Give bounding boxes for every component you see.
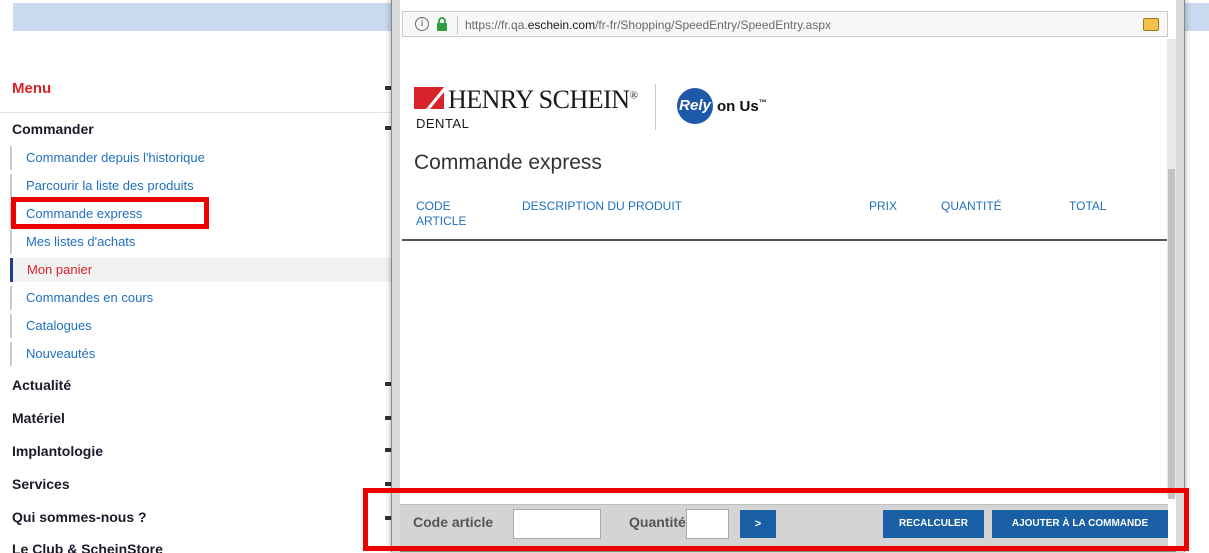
address-bar[interactable]: i https://fr.qa.eschein.com/fr-fr/Shoppi… (402, 11, 1168, 37)
brand-name: HENRY SCHEIN® (448, 85, 638, 114)
sidebar-item-product-list[interactable]: Parcourir la liste des produits (10, 174, 400, 198)
sidebar-section-equipment[interactable]: Matériel (12, 410, 65, 426)
url-separator (457, 16, 458, 34)
menu-divider (0, 112, 400, 113)
sidebar-item-history[interactable]: Commander depuis l'historique (10, 146, 400, 170)
sidebar-section-commander[interactable]: Commander (12, 121, 94, 137)
scrollbar-thumb[interactable] (1168, 169, 1175, 499)
url-text[interactable]: https://fr.qa.eschein.com/fr-fr/Shopping… (465, 18, 831, 32)
sidebar-item-new[interactable]: Nouveautés (10, 342, 400, 366)
column-header-price: PRIX (869, 199, 898, 213)
rely-badge: Rely (677, 88, 713, 124)
column-header-quantity: QUANTITÉ (941, 199, 1002, 213)
sidebar-item-cart[interactable]: Mon panier (10, 258, 400, 282)
sidebar-item-orders-in-progress[interactable]: Commandes en cours (10, 286, 400, 310)
rely-text: on Us™ (717, 98, 767, 115)
page: Menu Commander Commander depuis l'histor… (0, 0, 1209, 553)
brand-sub: DENTAL (416, 116, 470, 131)
sidebar-section-club[interactable]: Le Club & ScheinStore (12, 541, 163, 553)
sidebar-menu: Menu Commander Commander depuis l'histor… (0, 60, 400, 553)
henry-schein-logo: HENRY SCHEIN® DENTAL Rely on Us™ (412, 79, 832, 135)
lock-icon (437, 17, 447, 31)
key-icon[interactable] (1143, 18, 1159, 31)
annotation-highlight-footer (363, 488, 1189, 551)
speed-entry-popup: i https://fr.qa.eschein.com/fr-fr/Shoppi… (391, 0, 1185, 553)
sidebar-section-implantology[interactable]: Implantologie (12, 443, 103, 459)
column-header-total: TOTAL (1069, 199, 1107, 213)
column-header-description: DESCRIPTION DU PRODUIT (522, 199, 683, 213)
sidebar-section-news[interactable]: Actualité (12, 377, 71, 393)
info-icon[interactable]: i (415, 17, 429, 31)
sidebar-section-about[interactable]: Qui sommes-nous ? (12, 509, 147, 525)
table-header-rule (402, 239, 1167, 241)
menu-title: Menu (12, 80, 52, 97)
sidebar-item-shopping-lists[interactable]: Mes listes d'achats (10, 230, 400, 254)
sidebar-item-catalogues[interactable]: Catalogues (10, 314, 400, 338)
annotation-highlight-express-order (11, 197, 209, 229)
column-header-code: CODE ARTICLE (416, 199, 467, 228)
page-title: Commande express (414, 151, 602, 174)
logo-divider (655, 84, 656, 130)
henry-schein-flag-icon (414, 87, 444, 109)
sidebar-section-services[interactable]: Services (12, 476, 70, 492)
